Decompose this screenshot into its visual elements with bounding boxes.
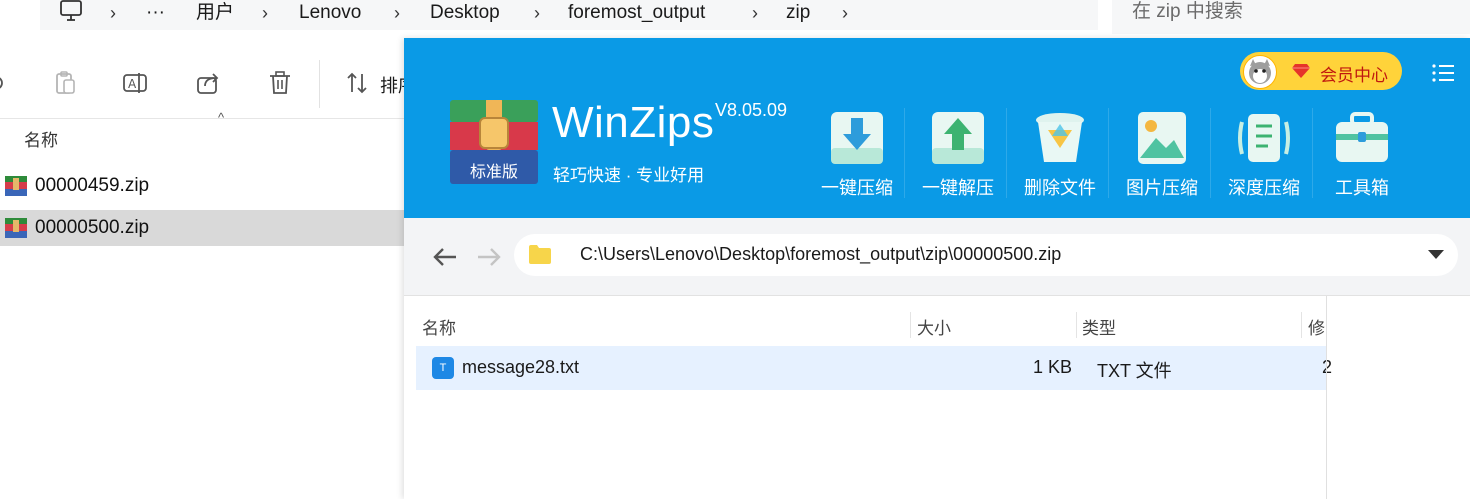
tool-divider [1108,108,1109,198]
column-modified[interactable]: 修 [1308,314,1325,339]
breadcrumb-users[interactable]: 用户 [196,0,234,26]
app-slogan: 轻巧快速 · 专业好用 [553,166,705,185]
menu-icon[interactable] [1432,64,1454,82]
path-bar[interactable]: C:\Users\Lenovo\Desktop\foremost_output\… [514,234,1458,276]
sort-icon[interactable] [345,70,371,96]
chevron-right-icon: › [262,3,268,23]
tool-toolbox[interactable]: 工具箱 [1319,108,1405,218]
breadcrumb-desktop[interactable]: Desktop [430,0,500,26]
chevron-right-icon: › [110,3,116,23]
file-list-header: 名称 大小 类型 修 [416,308,1326,342]
deep-compress-icon [1234,108,1294,168]
explorer-address-bar[interactable]: › ··· 用户 › Lenovo › Desktop › foremost_o… [40,0,1098,30]
delete-file-icon [1030,108,1090,168]
rename-icon[interactable]: A [122,70,148,96]
tool-label: 工具箱 [1335,178,1389,198]
paste-icon[interactable] [52,70,78,96]
vip-center-button[interactable]: 会员中心 [1240,52,1402,90]
explorer-search-box[interactable]: 在 zip 中搜索 [1112,0,1470,34]
column-size[interactable]: 大小 [917,314,951,339]
diamond-icon [1292,64,1310,78]
tool-compress[interactable]: 一键压缩 [814,108,900,218]
column-divider[interactable] [910,312,911,338]
winzips-header: 标准版 WinZips V8.05.09 轻巧快速 · 专业好用 会员中心 一键… [404,38,1470,218]
winzips-nav-bar: C:\Users\Lenovo\Desktop\foremost_output\… [404,218,1470,296]
tool-label: 一键解压 [922,178,994,198]
tool-label: 删除文件 [1024,178,1096,198]
app-name: WinZips [552,98,715,147]
compress-icon [827,108,887,168]
explorer-file-row-selected[interactable]: 00000500.zip [0,210,404,246]
zip-archive-icon [5,176,27,196]
chevron-right-icon: › [752,3,758,23]
breadcrumb-lenovo[interactable]: Lenovo [299,0,361,26]
chevron-right-icon: › [394,3,400,23]
vip-center-label: 会员中心 [1320,66,1388,85]
column-type[interactable]: 类型 [1082,314,1116,339]
file-type: TXT 文件 [1097,361,1172,381]
chevron-right-icon: › [534,3,540,23]
chevron-down-icon[interactable] [1428,250,1444,259]
search-placeholder: 在 zip 中搜索 [1132,1,1243,22]
file-size: 1 KB [1033,357,1073,377]
zip-archive-icon [5,218,27,238]
this-pc-icon[interactable] [60,0,82,22]
tool-label: 图片压缩 [1126,178,1198,198]
back-arrow-icon[interactable] [432,245,458,269]
toolbar-divider [319,60,320,108]
file-list-row[interactable]: T message28.txt 1 KB TXT 文件 2 [416,346,1332,390]
delete-icon[interactable] [267,70,293,96]
tool-image-compress[interactable]: 图片压缩 [1119,108,1205,218]
current-path: C:\Users\Lenovo\Desktop\foremost_output\… [580,244,1062,264]
file-name: message28.txt [462,357,580,377]
tool-extract[interactable]: 一键解压 [915,108,1001,218]
tool-divider [1312,108,1313,198]
column-divider[interactable] [1301,312,1302,338]
explorer-file-name: 00000459.zip [35,175,150,196]
explorer-file-name: 00000500.zip [35,217,150,238]
chevron-right-icon: › [842,3,848,23]
winzips-window: 标准版 WinZips V8.05.09 轻巧快速 · 专业好用 会员中心 一键… [404,38,1470,499]
column-divider[interactable] [1076,312,1077,338]
edition-badge: 标准版 [470,164,519,181]
explorer-toolbar: A [0,38,404,119]
app-version: V8.05.09 [715,100,788,120]
winzips-logo: 标准版 [450,98,538,184]
tool-label: 一键压缩 [821,178,893,198]
tool-divider [1210,108,1211,198]
folder-icon [528,243,552,265]
extract-icon [928,108,988,168]
breadcrumb-more[interactable]: ··· [146,0,165,26]
svg-text:A: A [128,77,137,91]
tool-divider [904,108,905,198]
tool-divider [1006,108,1007,198]
toolbox-icon [1332,108,1392,168]
tool-label: 深度压缩 [1228,178,1300,198]
file-modified: 2 [1322,357,1333,377]
image-compress-icon [1132,108,1192,168]
breadcrumb-foremost-output[interactable]: foremost_output [568,0,705,26]
tool-delete-file[interactable]: 删除文件 [1017,108,1103,218]
list-right-edge [1326,296,1327,499]
column-name[interactable]: 名称 [422,314,456,339]
tool-deep-compress[interactable]: 深度压缩 [1221,108,1307,218]
cut-icon[interactable] [0,70,14,96]
breadcrumb-zip[interactable]: zip [786,0,810,26]
explorer-column-name[interactable]: 名称 [24,126,58,151]
avatar [1243,55,1277,89]
share-icon[interactable] [195,70,221,96]
explorer-file-row[interactable]: 00000459.zip [0,168,404,204]
forward-arrow-icon[interactable] [476,245,502,269]
sort-caret-icon: ^ [218,110,225,125]
text-file-icon: T [432,357,454,379]
